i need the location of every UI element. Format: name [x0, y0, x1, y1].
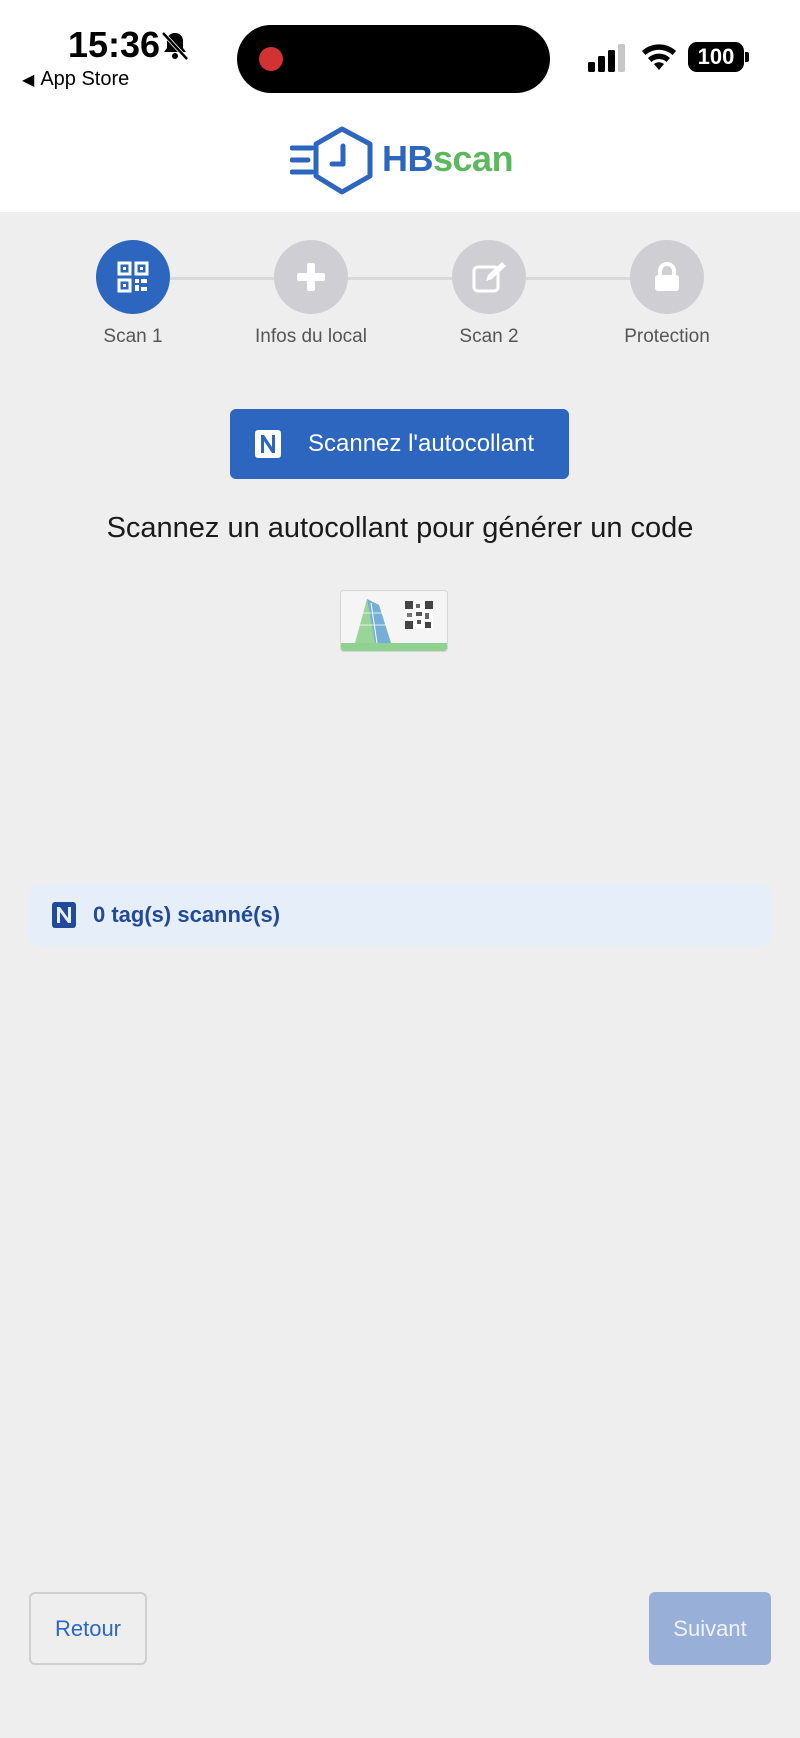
scan-sticker-button[interactable]: Scannez l'autocollant — [230, 409, 569, 479]
back-triangle-icon: ◀ — [22, 72, 35, 89]
cellular-signal-icon — [588, 44, 625, 72]
nfc-icon — [255, 430, 281, 458]
status-time: 15:36 — [68, 24, 161, 65]
wifi-icon — [642, 44, 676, 70]
instruction-text: Scannez un autocollant pour générer un c… — [106, 512, 694, 544]
scan-sticker-label: Scannez l'autocollant — [308, 430, 535, 457]
step-infos-du-local[interactable]: Infos du local — [231, 240, 391, 348]
step-label: Scan 2 — [459, 326, 519, 347]
tag-count-banner: 0 tag(s) scanné(s) — [29, 884, 771, 946]
next-button[interactable]: Suivant — [649, 1592, 771, 1665]
sticker-illustration — [340, 590, 448, 652]
step-circle — [96, 240, 170, 314]
step-circle — [274, 240, 348, 314]
sticker-image-icon — [341, 591, 447, 651]
dynamic-island — [237, 25, 550, 93]
logo-scan: scan — [433, 138, 514, 179]
lock-icon — [655, 262, 679, 291]
plus-icon — [297, 263, 325, 291]
qrcode-icon — [117, 261, 149, 293]
nfc-icon — [52, 902, 76, 928]
step-scan-1[interactable]: Scan 1 — [53, 240, 213, 348]
tag-count-text: 0 tag(s) scanné(s) — [93, 902, 281, 927]
hbscan-logo: HBscan — [290, 126, 520, 196]
step-circle — [630, 240, 704, 314]
edit-icon — [472, 262, 506, 293]
back-app-label: App Store — [40, 68, 130, 90]
app-header: HBscan — [0, 110, 800, 212]
step-label: Infos du local — [255, 326, 367, 347]
back-button[interactable]: Retour — [29, 1592, 147, 1665]
status-bar: 15:36 ◀ App Store 100 — [0, 0, 800, 110]
battery-indicator: 100 — [688, 42, 744, 72]
step-scan-2[interactable]: Scan 2 — [409, 240, 569, 348]
logo-hb: HB — [382, 138, 434, 179]
step-label: Scan 1 — [103, 326, 163, 347]
bell-muted-icon — [161, 31, 189, 61]
step-circle — [452, 240, 526, 314]
logo-clock-hexagon-icon — [290, 126, 373, 195]
step-protection[interactable]: Protection — [587, 240, 747, 348]
step-label: Protection — [624, 326, 710, 347]
recording-indicator-icon — [259, 47, 283, 71]
progress-stepper: Scan 1 Infos du local Scan 2 Protection — [0, 240, 800, 350]
back-to-app-store[interactable]: ◀ App Store — [22, 68, 129, 91]
battery-tip — [745, 52, 749, 62]
logo-wordmark: HBscan — [382, 138, 514, 180]
